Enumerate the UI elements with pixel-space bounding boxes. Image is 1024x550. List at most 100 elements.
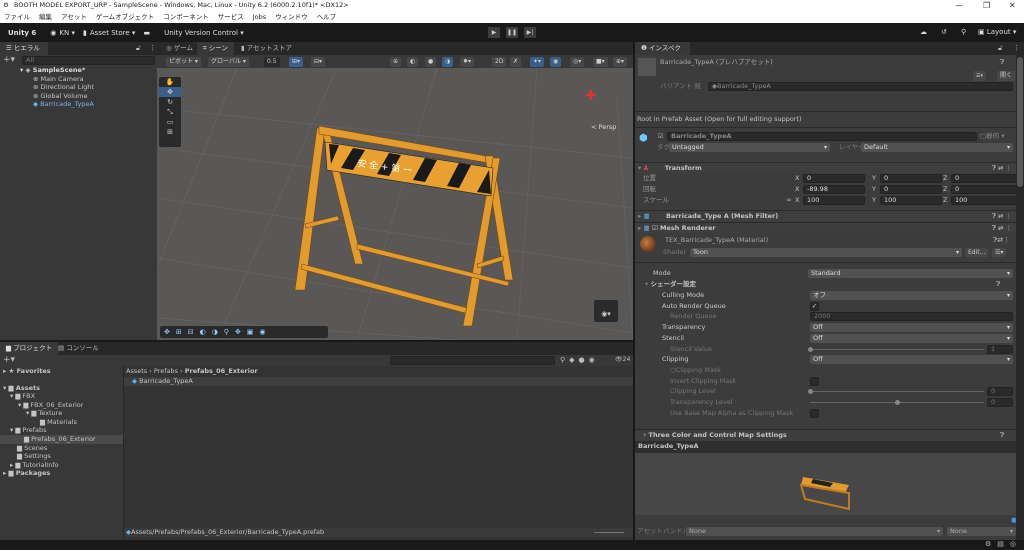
mode-dropdown[interactable]: Standard bbox=[808, 269, 1013, 278]
breadcrumb-item[interactable]: Prefabs_06_Exterior bbox=[185, 367, 258, 375]
rect-tool-icon[interactable]: ▭ bbox=[159, 117, 181, 127]
rotate-tool-icon[interactable]: ↻ bbox=[159, 97, 181, 107]
slider-handle[interactable] bbox=[808, 389, 813, 395]
name-field[interactable]: Barricade_TypeA bbox=[667, 132, 977, 141]
property-checkbox[interactable] bbox=[810, 408, 819, 418]
lock-icon[interactable]: 🔓︎ bbox=[136, 44, 141, 53]
material-menu-icons[interactable]: ❓︎⇄⋮ bbox=[993, 236, 1010, 245]
active-checkbox[interactable]: ☑ bbox=[658, 133, 663, 140]
transform-tool-icon[interactable]: ⊞ bbox=[159, 127, 181, 137]
project-search-input[interactable] bbox=[390, 356, 555, 365]
play-button[interactable]: ▶ bbox=[488, 27, 500, 38]
component-menu-icons[interactable]: ❓︎ ⇄ ⋮ bbox=[992, 163, 1012, 173]
folder-fbx[interactable]: ▾ ▆ FBX bbox=[10, 392, 35, 401]
minimize-button[interactable]: — bbox=[955, 0, 963, 11]
increment-button[interactable]: ⊟▾ bbox=[311, 57, 326, 67]
cloud-icon[interactable]: ☁ bbox=[920, 28, 927, 36]
property-checkbox[interactable]: ✓ bbox=[810, 301, 819, 311]
edit-shader-button[interactable]: Edit... bbox=[965, 248, 989, 257]
hierarchy-item-selected[interactable]: ◆ Barricade_TypeA bbox=[33, 100, 94, 109]
menu-services[interactable]: サービス bbox=[218, 11, 244, 23]
filter-icons[interactable]: ⚲◆●◉ bbox=[560, 356, 599, 364]
property-dropdown[interactable]: Off bbox=[810, 323, 1013, 333]
fx-button[interactable]: ✦▾ bbox=[530, 57, 545, 67]
preview-header[interactable]: Barricade_TypeA bbox=[635, 441, 1016, 453]
transform-x-field[interactable]: -89.98 bbox=[803, 185, 865, 194]
tab-game[interactable]: ◎ ゲーム bbox=[160, 42, 199, 55]
property-field[interactable]: 0 bbox=[987, 398, 1013, 407]
2d-button[interactable]: 2D bbox=[492, 57, 507, 67]
menu-file[interactable]: ファイル bbox=[4, 11, 30, 23]
global-dropdown[interactable]: グローバル ▾ bbox=[208, 57, 249, 67]
overlay-toolbar[interactable]: ✥⊞⊟◐◑⚲✥▣◉ bbox=[160, 326, 328, 338]
more-icon[interactable]: ⋮ bbox=[1013, 44, 1020, 52]
property-dropdown[interactable]: オフ bbox=[810, 291, 1013, 300]
inspector-scrollbar[interactable] bbox=[1017, 57, 1023, 187]
transform-z-field[interactable]: 0 bbox=[951, 174, 1016, 183]
snap-field[interactable]: 0.5 bbox=[264, 57, 280, 67]
help-icon[interactable]: ❓︎ bbox=[1000, 430, 1004, 440]
more-icon[interactable]: ⋮ bbox=[149, 44, 156, 52]
tab-hierarchy[interactable]: ☰ ヒエラルキー bbox=[0, 42, 48, 65]
asset-store-button[interactable]: ▮ Asset Store ▾ bbox=[83, 29, 135, 37]
transform-header[interactable]: ▾ ⅄ Transform ❓︎ ⇄ ⋮ bbox=[635, 162, 1016, 173]
component-menu-icons[interactable]: ❓︎ ⇄ ⋮ bbox=[992, 211, 1012, 221]
slider-handle[interactable] bbox=[808, 346, 813, 352]
help-icon[interactable]: ❓︎ bbox=[996, 280, 1000, 289]
property-checkbox[interactable] bbox=[810, 376, 819, 386]
lit-button[interactable]: ● bbox=[425, 57, 437, 67]
pause-button[interactable]: ❚❚ bbox=[506, 27, 518, 38]
version-control-button[interactable]: Unity Version Control ▾ bbox=[164, 29, 244, 37]
hierarchy-search-input[interactable]: All bbox=[22, 56, 155, 65]
mesh-renderer-header[interactable]: ▸ ▦ ☑ Mesh Renderer ❓︎ ⇄ ⋮ bbox=[635, 222, 1016, 233]
add-button[interactable]: +▾ bbox=[3, 55, 15, 65]
folder-texture[interactable]: ▾ ▆ Texture bbox=[26, 409, 62, 418]
gizmos-button[interactable]: ⊕▾ bbox=[613, 57, 628, 67]
folder-packages[interactable]: ▸ ▆ Packages bbox=[3, 469, 50, 478]
transform-y-field[interactable]: 0 bbox=[880, 174, 942, 183]
property-field[interactable]: 2000 bbox=[810, 312, 1013, 322]
link-icon[interactable]: ∞ bbox=[786, 196, 792, 204]
shader-settings-foldout[interactable]: ▾ シェーダー設定 bbox=[645, 280, 696, 289]
menu-gameobject[interactable]: ゲームオブジェクト bbox=[96, 11, 154, 23]
persp-label[interactable]: < Persp bbox=[591, 123, 616, 131]
property-dropdown[interactable]: Off bbox=[810, 333, 1013, 343]
unity-button[interactable]: Unity 6 bbox=[8, 29, 36, 37]
transform-z-field[interactable]: 100 bbox=[951, 196, 1016, 205]
breadcrumb-item[interactable]: Prefabs bbox=[154, 367, 178, 375]
transform-x-field[interactable]: 0 bbox=[803, 174, 865, 183]
property-dropdown[interactable]: Off bbox=[810, 355, 1013, 365]
menu-assets[interactable]: アセット bbox=[61, 11, 87, 23]
folder-prefabs[interactable]: ▾ ▆ Prefabs bbox=[10, 426, 47, 435]
folder-settings[interactable]: ▆ Settings bbox=[17, 452, 51, 461]
property-field[interactable]: 1 bbox=[987, 344, 1013, 354]
status-icons[interactable]: ⚙▤◎ bbox=[985, 540, 1022, 548]
package-icon[interactable]: ▬ bbox=[143, 29, 150, 37]
step-button[interactable]: ▶| bbox=[524, 27, 536, 38]
folder-prefabs-exterior-selected[interactable]: ▆ Prefabs_06_Exterior bbox=[0, 435, 123, 444]
static-checkbox[interactable]: ▢静的 ▾ bbox=[980, 132, 1005, 141]
menu-window[interactable]: ウィンドウ bbox=[275, 11, 308, 23]
variant-parent-field[interactable]: ◆Barricade_TypeA bbox=[708, 82, 1013, 91]
history-icon[interactable]: ↺ bbox=[941, 28, 947, 36]
overrides-dropdown[interactable]: ☰▾ bbox=[973, 71, 986, 81]
tag-dropdown[interactable]: Untagged bbox=[669, 143, 830, 152]
asset-item[interactable]: ◆ Barricade_TypeA bbox=[124, 377, 633, 386]
layers-button[interactable]: ◎▾ bbox=[570, 57, 585, 67]
shader-menu-button[interactable]: ☰▾ bbox=[992, 248, 1007, 257]
tab-console[interactable]: ▤ コンソール bbox=[52, 342, 105, 355]
icon-size-slider[interactable] bbox=[594, 532, 624, 533]
favorites-item[interactable]: ▸ ★ Favorites bbox=[3, 367, 51, 376]
layout-dropdown[interactable]: ▣ Layout ▾ bbox=[978, 28, 1016, 36]
asset-bundle-dropdown[interactable]: None bbox=[686, 527, 943, 536]
tab-project[interactable]: ▆ プロジェクト bbox=[0, 342, 59, 355]
effects-button[interactable]: ✸▾ bbox=[460, 57, 475, 67]
transform-y-field[interactable]: 100 bbox=[880, 196, 942, 205]
scene-viewport[interactable]: 安 全 + 第 一 ✋ ✥ ↻ ⤡ ▭ ⊞ ✚ < Persp ✥⊞⊟◐◑⚲✥▣◉ ◉▾ bbox=[157, 68, 633, 340]
visibility-button[interactable]: ◉ bbox=[550, 57, 562, 67]
hand-tool-icon[interactable]: ✋ bbox=[159, 77, 181, 87]
search-icon[interactable]: ⚲ bbox=[961, 28, 966, 36]
account-button[interactable]: ◉ KN ▾ bbox=[50, 29, 75, 37]
label-tag-icon[interactable]: ● bbox=[1011, 516, 1016, 524]
layer-dropdown[interactable]: Default bbox=[861, 143, 1013, 152]
